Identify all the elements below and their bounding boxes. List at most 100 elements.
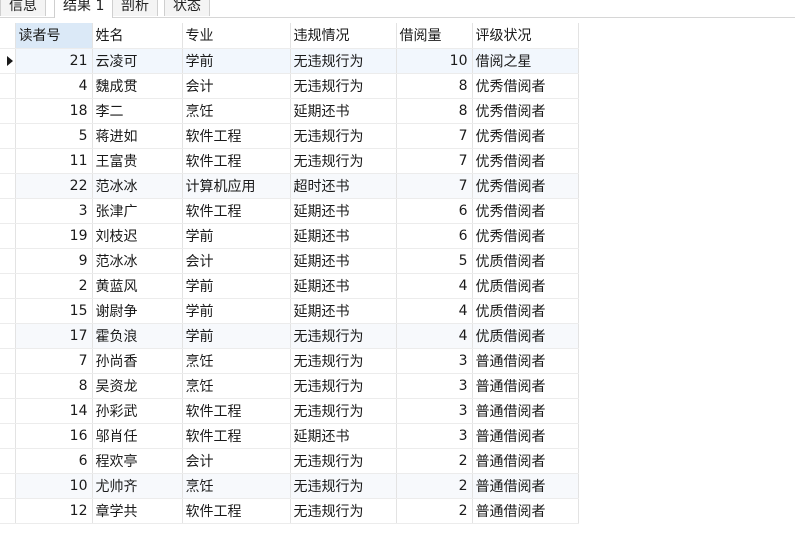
row-indicator[interactable]	[0, 223, 16, 249]
row-indicator[interactable]	[0, 198, 16, 224]
cell-rating[interactable]: 优质借阅者	[472, 323, 579, 349]
table-row[interactable]: 3 张津广 软件工程 延期还书 6 优秀借阅者	[0, 198, 579, 224]
cell-rating[interactable]: 优质借阅者	[472, 248, 579, 274]
table-row[interactable]: 8 吴资龙 烹饪 无违规行为 3 普通借阅者	[0, 373, 579, 399]
row-indicator[interactable]	[0, 148, 16, 174]
cell-borrow-count[interactable]: 2	[396, 473, 473, 499]
cell-borrow-count[interactable]: 4	[396, 298, 473, 324]
cell-major[interactable]: 软件工程	[182, 148, 291, 174]
cell-name[interactable]: 吴资龙	[92, 373, 183, 399]
row-indicator[interactable]	[0, 73, 16, 99]
cell-reader-id[interactable]: 9	[15, 248, 93, 274]
cell-name[interactable]: 王富贵	[92, 148, 183, 174]
table-row[interactable]: 19 刘枝迟 学前 延期还书 6 优秀借阅者	[0, 223, 579, 249]
cell-name[interactable]: 孙尚香	[92, 348, 183, 374]
cell-name[interactable]: 程欢亭	[92, 448, 183, 474]
table-row[interactable]: 7 孙尚香 烹饪 无违规行为 3 普通借阅者	[0, 348, 579, 374]
cell-borrow-count[interactable]: 3	[396, 423, 473, 449]
cell-name[interactable]: 邬肖任	[92, 423, 183, 449]
column-header-rating[interactable]: 评级状况	[472, 23, 579, 49]
cell-reader-id[interactable]: 6	[15, 448, 93, 474]
table-row[interactable]: 6 程欢亭 会计 无违规行为 2 普通借阅者	[0, 448, 579, 474]
table-row[interactable]: 22 范冰冰 计算机应用 超时还书 7 优秀借阅者	[0, 173, 579, 199]
table-row[interactable]: 21 云凌可 学前 无违规行为 10 借阅之星	[0, 48, 579, 74]
cell-name[interactable]: 霍负浪	[92, 323, 183, 349]
cell-borrow-count[interactable]: 5	[396, 248, 473, 274]
row-indicator[interactable]	[0, 448, 16, 474]
cell-rating[interactable]: 优秀借阅者	[472, 223, 579, 249]
cell-reader-id[interactable]: 16	[15, 423, 93, 449]
cell-major[interactable]: 烹饪	[182, 98, 291, 124]
cell-borrow-count[interactable]: 2	[396, 498, 473, 524]
cell-violation[interactable]: 无违规行为	[290, 348, 397, 374]
cell-major[interactable]: 软件工程	[182, 198, 291, 224]
cell-rating[interactable]: 优秀借阅者	[472, 148, 579, 174]
cell-reader-id[interactable]: 22	[15, 173, 93, 199]
table-row[interactable]: 2 黄蓝风 学前 延期还书 4 优质借阅者	[0, 273, 579, 299]
row-indicator[interactable]	[0, 273, 16, 299]
cell-reader-id[interactable]: 3	[15, 198, 93, 224]
cell-borrow-count[interactable]: 8	[396, 98, 473, 124]
column-header-borrow-count[interactable]: 借阅量	[396, 23, 473, 49]
cell-major[interactable]: 烹饪	[182, 348, 291, 374]
cell-violation[interactable]: 无违规行为	[290, 498, 397, 524]
cell-violation[interactable]: 延期还书	[290, 298, 397, 324]
cell-name[interactable]: 章学共	[92, 498, 183, 524]
cell-violation[interactable]: 延期还书	[290, 98, 397, 124]
column-header-violation[interactable]: 违规情况	[290, 23, 397, 49]
cell-violation[interactable]: 超时还书	[290, 173, 397, 199]
cell-reader-id[interactable]: 19	[15, 223, 93, 249]
cell-borrow-count[interactable]: 8	[396, 73, 473, 99]
cell-rating[interactable]: 借阅之星	[472, 48, 579, 74]
cell-borrow-count[interactable]: 10	[396, 48, 473, 74]
cell-borrow-count[interactable]: 6	[396, 223, 473, 249]
cell-violation[interactable]: 无违规行为	[290, 148, 397, 174]
row-indicator[interactable]	[0, 498, 16, 524]
cell-major[interactable]: 学前	[182, 273, 291, 299]
cell-reader-id[interactable]: 4	[15, 73, 93, 99]
cell-name[interactable]: 范冰冰	[92, 173, 183, 199]
cell-rating[interactable]: 优质借阅者	[472, 273, 579, 299]
cell-reader-id[interactable]: 8	[15, 373, 93, 399]
cell-violation[interactable]: 无违规行为	[290, 73, 397, 99]
cell-major[interactable]: 烹饪	[182, 373, 291, 399]
cell-reader-id[interactable]: 17	[15, 323, 93, 349]
column-header-major[interactable]: 专业	[182, 23, 291, 49]
cell-name[interactable]: 黄蓝风	[92, 273, 183, 299]
cell-major[interactable]: 学前	[182, 323, 291, 349]
row-indicator[interactable]	[0, 323, 16, 349]
cell-borrow-count[interactable]: 7	[396, 173, 473, 199]
cell-violation[interactable]: 无违规行为	[290, 473, 397, 499]
cell-major[interactable]: 软件工程	[182, 498, 291, 524]
cell-rating[interactable]: 优秀借阅者	[472, 173, 579, 199]
cell-rating[interactable]: 普通借阅者	[472, 373, 579, 399]
row-indicator[interactable]	[0, 173, 16, 199]
cell-rating[interactable]: 优秀借阅者	[472, 123, 579, 149]
cell-borrow-count[interactable]: 3	[396, 398, 473, 424]
cell-borrow-count[interactable]: 7	[396, 148, 473, 174]
cell-violation[interactable]: 延期还书	[290, 223, 397, 249]
cell-violation[interactable]: 无违规行为	[290, 48, 397, 74]
cell-rating[interactable]: 普通借阅者	[472, 498, 579, 524]
row-indicator[interactable]	[0, 248, 16, 274]
cell-rating[interactable]: 普通借阅者	[472, 348, 579, 374]
cell-borrow-count[interactable]: 4	[396, 323, 473, 349]
cell-reader-id[interactable]: 15	[15, 298, 93, 324]
row-indicator[interactable]	[0, 423, 16, 449]
cell-rating[interactable]: 普通借阅者	[472, 398, 579, 424]
cell-reader-id[interactable]: 10	[15, 473, 93, 499]
cell-violation[interactable]: 无违规行为	[290, 323, 397, 349]
cell-major[interactable]: 学前	[182, 298, 291, 324]
column-header-name[interactable]: 姓名	[92, 23, 183, 49]
cell-name[interactable]: 云凌可	[92, 48, 183, 74]
tab-profile[interactable]: 剖析	[112, 0, 158, 16]
cell-name[interactable]: 范冰冰	[92, 248, 183, 274]
cell-name[interactable]: 尤帅齐	[92, 473, 183, 499]
cell-rating[interactable]: 普通借阅者	[472, 448, 579, 474]
cell-violation[interactable]: 无违规行为	[290, 373, 397, 399]
cell-name[interactable]: 张津广	[92, 198, 183, 224]
cell-borrow-count[interactable]: 2	[396, 448, 473, 474]
cell-major[interactable]: 学前	[182, 223, 291, 249]
cell-borrow-count[interactable]: 3	[396, 373, 473, 399]
cell-major[interactable]: 学前	[182, 48, 291, 74]
